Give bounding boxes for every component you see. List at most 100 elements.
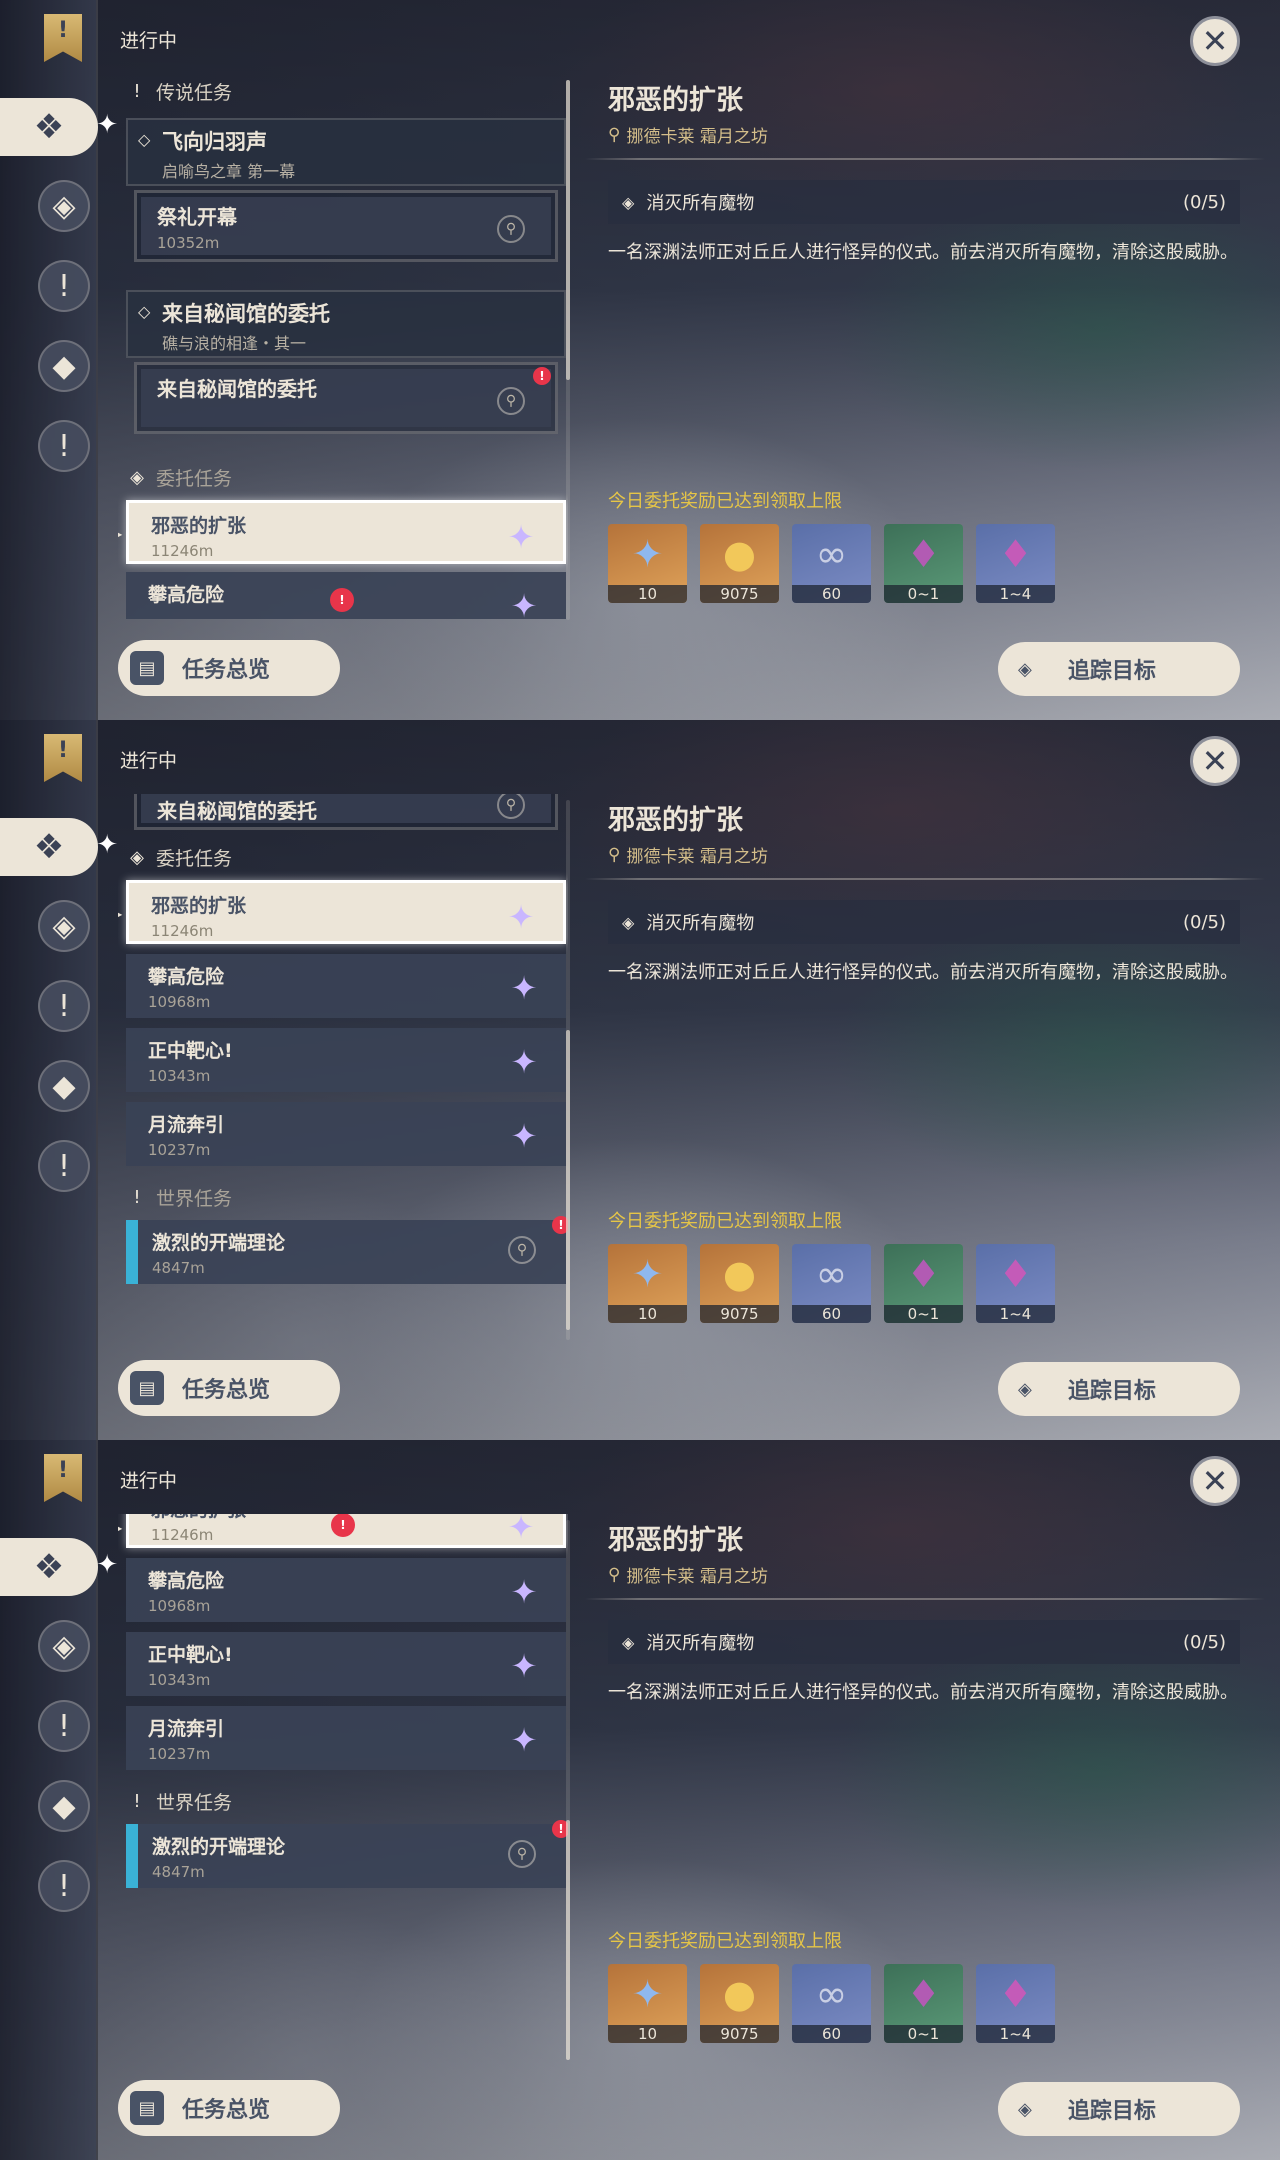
close-button[interactable]: ✕ — [1190, 1456, 1240, 1506]
exclaim-icon: ! — [133, 1791, 141, 1812]
quest-list-scrollbar[interactable] — [566, 1520, 570, 2060]
quest-overview-button[interactable]: ▤ 任务总览 — [118, 2080, 340, 2136]
adventure-exp-icon[interactable]: ✦ 10 — [608, 524, 687, 603]
bookmark-icon[interactable]: ! — [44, 1454, 82, 1502]
location-pin-icon[interactable]: ⚲ — [508, 1840, 536, 1868]
quest-list[interactable]: ! 传说任务 ◇ 飞向归羽声 启喻鸟之章 第一幕 祭礼开幕 10352m ⚲ ◇ … — [118, 74, 568, 619]
location-icon: ⚲ — [608, 1564, 621, 1585]
quest-list-scrollbar[interactable] — [566, 800, 570, 1340]
quest-list[interactable]: 邪恶的扩张 11246m ! ✦ ▶ 攀高危险 10968m ✦ 正中靶心! 1… — [118, 1514, 568, 2059]
crystal-chunk-icon[interactable]: ♦ 1~4 — [976, 524, 1055, 603]
quest-list[interactable]: 来自秘闻馆的委托 ⚲ ◈委托任务 邪恶的扩张 11246m ✦ ▶ 攀高危险 1… — [118, 794, 568, 1339]
crystal-ore-icon[interactable]: ♦ 0~1 — [884, 524, 963, 603]
commission-item[interactable]: 正中靶心! 10343m ✦ — [126, 1028, 566, 1092]
objective-progress: (0/5) — [1182, 1631, 1226, 1653]
mora-icon[interactable]: ● 9075 — [700, 1244, 779, 1323]
exclaim-icon: ! — [133, 1187, 141, 1208]
commission-item[interactable]: 邪恶的扩张 11246m ✦ — [126, 500, 566, 564]
location-pin-icon[interactable]: ⚲ — [497, 215, 525, 243]
location-pin-icon[interactable]: ⚲ — [508, 1236, 536, 1264]
legend-subquest-item[interactable]: 来自秘闻馆的委托 ⚲ ! — [134, 362, 558, 434]
bookmark-icon[interactable]: ! — [44, 734, 82, 782]
track-target-button[interactable]: ◈ 追踪目标 — [998, 642, 1240, 696]
track-target-button[interactable]: ◈ 追踪目标 — [998, 1362, 1240, 1416]
legend-quest-subtitle: 礁与浪的相逢・其一 — [162, 334, 307, 353]
close-button[interactable]: ✕ — [1190, 736, 1240, 786]
location-pin-icon[interactable]: ⚲ — [497, 387, 525, 415]
quest-book-icon: ▤ — [130, 2091, 164, 2125]
track-diamond-icon: ◈ — [1018, 1378, 1032, 1400]
track-target-button[interactable]: ◈ 追踪目标 — [998, 2082, 1240, 2136]
mora-icon[interactable]: ● 9075 — [700, 524, 779, 603]
crystal-ore-icon[interactable]: ♦ 0~1 — [884, 1964, 963, 2043]
adventure-exp-icon[interactable]: ✦ 10 — [608, 1964, 687, 2043]
commission-item[interactable]: 月流奔引 10237m ✦ — [126, 1102, 566, 1166]
rail-tab-archon[interactable]: ! — [38, 1700, 90, 1752]
companionship-exp-icon[interactable]: ∞ 60 — [792, 524, 871, 603]
commission-item[interactable]: 邪恶的扩张 11246m ✦ — [126, 880, 566, 944]
objective-row: ◈ 消灭所有魔物 (0/5) — [608, 180, 1240, 224]
commission-icon: ◈ — [130, 847, 144, 868]
objective-diamond-icon: ◈ — [622, 1632, 635, 1652]
commission-item[interactable]: 月流奔引 10237m ✦ — [126, 1706, 566, 1770]
track-diamond-icon: ◈ — [1018, 658, 1032, 680]
location-icon: ⚲ — [608, 844, 621, 865]
objective-diamond-icon: ◈ — [622, 192, 635, 212]
crystal-chunk-icon[interactable]: ♦ 1~4 — [976, 1964, 1055, 2043]
rail-tab-world[interactable]: ! — [38, 1860, 90, 1912]
diamond-icon: ◇ — [138, 302, 151, 321]
commission-item[interactable]: 正中靶心! 10343m ✦ — [126, 1632, 566, 1696]
alert-icon: ! — [533, 367, 551, 385]
world-quest-item[interactable]: 激烈的开端理论 4847m ⚲ ! — [126, 1216, 568, 1284]
rail-tab-legend[interactable]: ◈ — [38, 1620, 90, 1672]
side-rail: ! ❖ ✦ ◈ ! ◆ ! — [0, 0, 118, 720]
rail-tab-event[interactable]: ◆ — [38, 1780, 90, 1832]
commission-emblem-icon: ✦ — [510, 1117, 538, 1155]
adventure-exp-icon[interactable]: ✦ 10 — [608, 1244, 687, 1323]
quest-description: 一名深渊法师正对丘丘人进行怪异的仪式。前去消灭所有魔物，清除这股威胁。 — [608, 962, 1238, 983]
crystal-chunk-icon[interactable]: ♦ 1~4 — [976, 1244, 1055, 1323]
commission-item[interactable]: 攀高危险 10968m ✦ — [126, 1558, 566, 1622]
quest-list-scrollbar[interactable] — [566, 80, 570, 620]
commission-icon: ◈ — [130, 467, 144, 488]
legend-quest-item[interactable]: ◇ 来自秘闻馆的委托 礁与浪的相逢・其一 — [126, 290, 566, 358]
commission-emblem-icon: ✦ — [507, 898, 535, 936]
side-rail: ! ❖ ✦ ◈ ! ◆ ! — [0, 1440, 118, 2160]
rail-tab-archon[interactable]: ! — [38, 260, 90, 312]
detail-title: 邪恶的扩张 — [608, 1525, 743, 1556]
world-quest-title: 激烈的开端理论 — [152, 1836, 286, 1858]
legend-quest-subtitle: 启喻鸟之章 第一幕 — [162, 162, 296, 181]
legend-subquest-item[interactable]: 祭礼开幕 10352m ⚲ — [134, 190, 558, 262]
companionship-exp-icon[interactable]: ∞ 60 — [792, 1244, 871, 1323]
rail-tab-commissions[interactable]: ❖ ✦ — [0, 1538, 118, 1596]
quest-book-icon: ▤ — [130, 651, 164, 685]
quest-overview-button[interactable]: ▤ 任务总览 — [118, 640, 340, 696]
location-icon: ⚲ — [608, 124, 621, 145]
crystal-ore-icon[interactable]: ♦ 0~1 — [884, 1244, 963, 1323]
rail-tab-archon[interactable]: ! — [38, 980, 90, 1032]
rail-tab-event[interactable]: ◆ — [38, 340, 90, 392]
objective-progress: (0/5) — [1182, 911, 1226, 933]
legend-quest-item[interactable]: ◇ 飞向归羽声 启喻鸟之章 第一幕 — [126, 118, 566, 186]
commission-emblem-icon: ✦ — [510, 1721, 538, 1759]
commission-item[interactable]: 邪恶的扩张 11246m ! ✦ — [126, 1514, 566, 1548]
rail-tab-world[interactable]: ! — [38, 1140, 90, 1192]
commission-item[interactable]: 攀高危险 ! ✦ — [126, 572, 566, 619]
rail-tab-legend[interactable]: ◈ — [38, 180, 90, 232]
rail-tab-legend[interactable]: ◈ — [38, 900, 90, 952]
rail-tab-event[interactable]: ◆ — [38, 1060, 90, 1112]
close-button[interactable]: ✕ — [1190, 16, 1240, 66]
legend-subquest-item[interactable]: 来自秘闻馆的委托 ⚲ — [134, 794, 558, 830]
bookmark-icon[interactable]: ! — [44, 14, 82, 62]
rail-tab-world[interactable]: ! — [38, 420, 90, 472]
commission-item[interactable]: 攀高危险 10968m ✦ — [126, 954, 566, 1018]
mora-icon[interactable]: ● 9075 — [700, 1964, 779, 2043]
world-quest-title: 激烈的开端理论 — [152, 1232, 286, 1254]
alert-icon: ! — [330, 588, 354, 612]
companionship-exp-icon[interactable]: ∞ 60 — [792, 1964, 871, 2043]
rail-tab-commissions[interactable]: ❖ ✦ — [0, 818, 118, 876]
divider — [585, 158, 1265, 160]
rail-tab-commissions[interactable]: ❖ ✦ — [0, 98, 118, 156]
world-quest-item[interactable]: 激烈的开端理论 4847m ⚲ ! — [126, 1820, 568, 1888]
quest-overview-button[interactable]: ▤ 任务总览 — [118, 1360, 340, 1416]
